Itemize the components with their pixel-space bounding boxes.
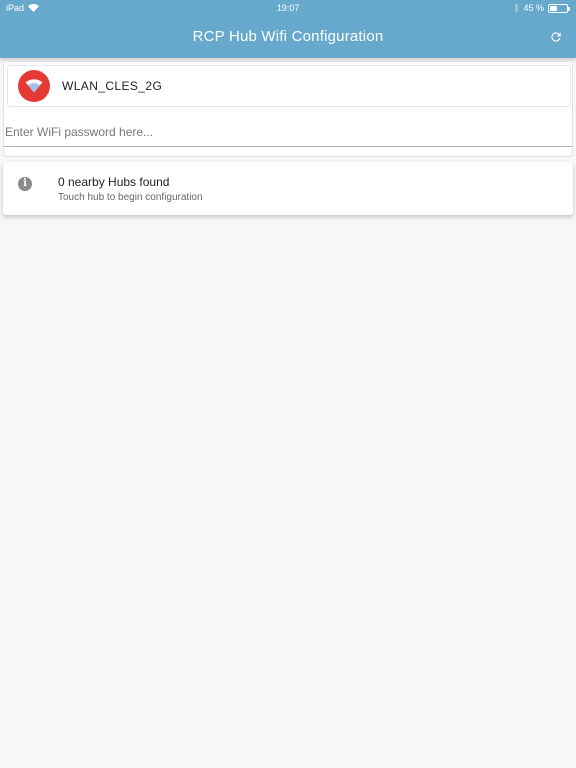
wifi-icon [18, 70, 50, 102]
nav-bar: RCP Hub Wifi Configuration [0, 16, 576, 58]
status-time: 19:07 [276, 3, 300, 13]
header: iPad 19:07 ᛒ 45 % RCP Hub Wifi Configura… [0, 0, 576, 58]
bluetooth-icon: ᛒ [514, 3, 520, 13]
hubs-count-text: 0 nearby Hubs found [58, 175, 170, 189]
battery-nub [568, 6, 570, 11]
status-bar-right: ᛒ 45 % [514, 0, 570, 16]
page-title: RCP Hub Wifi Configuration [192, 28, 384, 45]
refresh-button[interactable] [544, 25, 568, 49]
battery-icon [548, 3, 570, 13]
network-ssid: WLAN_CLES_2G [62, 79, 163, 93]
network-item[interactable]: WLAN_CLES_2G [7, 65, 571, 107]
battery-level-fill [550, 5, 557, 11]
info-icon: i [18, 177, 32, 191]
hubs-status-card: i 0 nearby Hubs found Touch hub to begin… [3, 162, 573, 215]
app-screen: iPad 19:07 ᛒ 45 % RCP Hub Wifi Configura… [0, 0, 576, 768]
refresh-icon [551, 32, 561, 42]
hubs-instruction-text: Touch hub to begin configuration [58, 192, 203, 203]
status-bar: iPad 19:07 ᛒ 45 % [0, 0, 576, 16]
battery-percent: 45 % [523, 3, 544, 13]
network-card: WLAN_CLES_2G [3, 61, 573, 157]
wifi-password-input[interactable] [4, 117, 572, 147]
